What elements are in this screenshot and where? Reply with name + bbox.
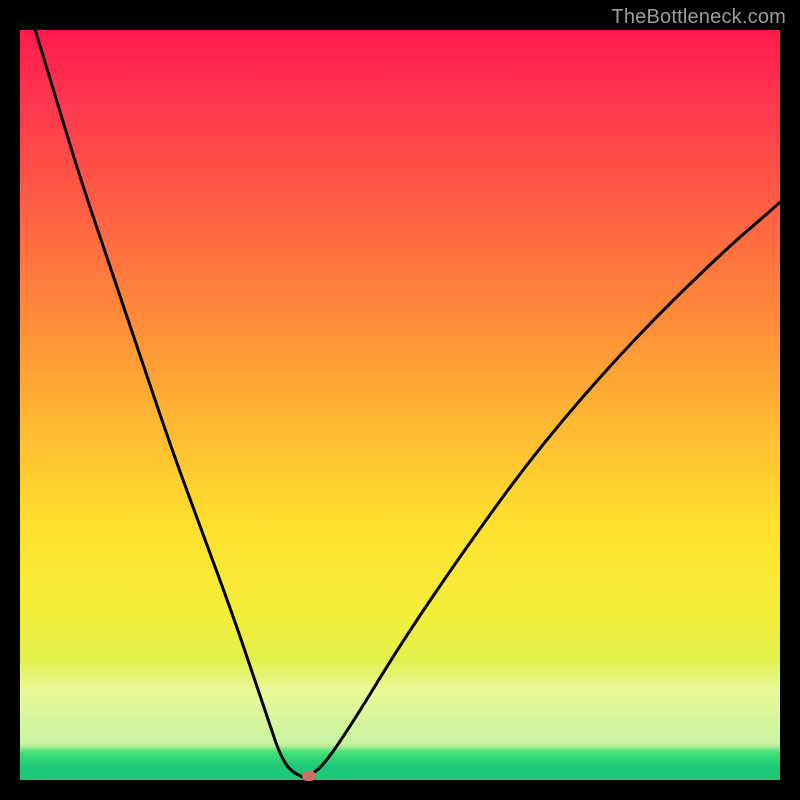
plot-area — [20, 30, 780, 780]
chart-frame: TheBottleneck.com — [0, 0, 800, 800]
watermark-text: TheBottleneck.com — [611, 6, 786, 29]
bottleneck-curve — [35, 30, 780, 778]
curve-svg — [20, 30, 780, 780]
optimum-marker — [302, 771, 316, 781]
